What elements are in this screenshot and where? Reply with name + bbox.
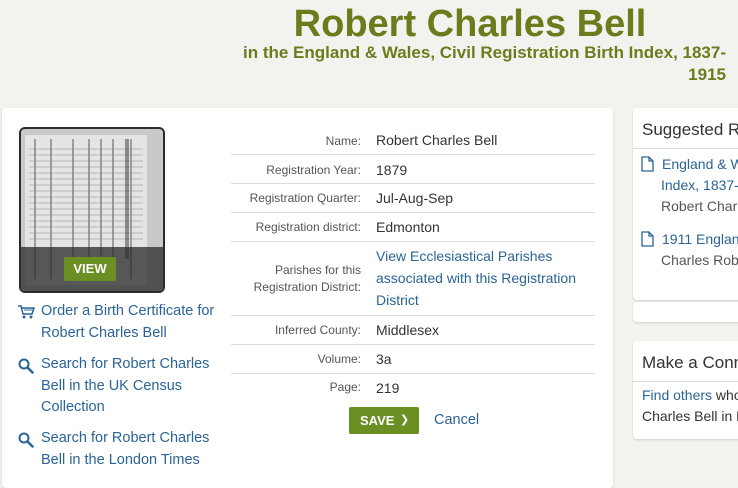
suggested-record-title[interactable]: England & W — [662, 154, 738, 175]
detail-value: 219 — [376, 380, 400, 396]
detail-label: Inferred County: — [274, 323, 361, 337]
empty-card — [633, 302, 738, 322]
detail-label: Registration district: — [255, 220, 361, 234]
suggested-record-person: Robert Charl — [661, 198, 738, 214]
suggested-record-person: Charles Robe — [661, 252, 738, 268]
detail-label: Name: — [325, 134, 361, 148]
detail-label-line1: Parishes for this — [274, 263, 361, 277]
cart-icon — [18, 305, 35, 319]
save-button[interactable]: SAVE ❯ — [349, 407, 419, 434]
view-parishes-link[interactable]: View Ecclesiastical Parishes associated … — [376, 245, 591, 311]
search-census-label[interactable]: Search for Robert Charles Bell in the UK… — [41, 354, 221, 419]
detail-row-volume: Volume: 3a — [231, 345, 595, 374]
find-others-link[interactable]: Find others — [642, 387, 712, 403]
search-icon — [18, 432, 34, 448]
suggested-records-card: Suggested R England & W Index, 1837- Rob… — [633, 108, 738, 300]
detail-value: Robert Charles Bell — [376, 132, 498, 148]
chevron-down-icon: ❯ — [400, 414, 410, 426]
detail-value: Edmonton — [376, 219, 440, 235]
search-icon — [18, 358, 34, 374]
suggested-record-item[interactable]: England & W Index, 1837- Robert Charl — [641, 154, 738, 218]
detail-value: 1879 — [376, 162, 408, 178]
page-subtitle: in the England & Wales, Civil Registrati… — [242, 43, 726, 84]
make-connection-card: Make a Conn Find others who Charles Bell… — [633, 341, 738, 439]
record-image-thumbnail[interactable]: VIEW — [19, 127, 165, 293]
connect-text-line2: Charles Bell in F — [642, 408, 738, 424]
search-times-link[interactable]: Search for Robert Charles Bell in the Lo… — [18, 428, 218, 472]
detail-label: Page: — [329, 380, 361, 394]
detail-row-year: Registration Year: 1879 — [231, 155, 595, 184]
detail-label: Registration Year: — [266, 163, 361, 177]
divider — [633, 381, 738, 382]
cancel-link[interactable]: Cancel — [434, 410, 479, 430]
detail-label: Volume: — [317, 352, 361, 366]
detail-row-name: Name: Robert Charles Bell — [231, 126, 595, 155]
order-certificate-label[interactable]: Order a Birth Certificate for Robert Cha… — [41, 301, 221, 344]
suggested-record-item[interactable]: 1911 Englan Charles Robe — [641, 229, 738, 273]
suggested-record-title[interactable]: 1911 Englan — [662, 229, 738, 250]
suggested-record-title-cont[interactable]: Index, 1837- — [661, 175, 738, 196]
view-image-button[interactable]: VIEW — [64, 257, 116, 281]
connect-title: Make a Conn — [642, 353, 738, 372]
connect-text: Find others who Charles Bell in F — [642, 385, 738, 427]
suggested-title: Suggested R — [642, 120, 738, 139]
record-details: Name: Robert Charles Bell Registration Y… — [231, 126, 595, 402]
detail-label: Registration Quarter: — [249, 191, 361, 205]
document-icon — [641, 156, 654, 172]
divider — [633, 148, 738, 149]
search-census-link[interactable]: Search for Robert Charles Bell in the UK… — [18, 354, 218, 420]
document-icon — [641, 231, 654, 247]
save-label: SAVE — [360, 413, 395, 428]
detail-row-parishes: Parishes for this Registration District:… — [231, 242, 595, 316]
detail-value: Jul-Aug-Sep — [376, 190, 454, 206]
detail-row-quarter: Registration Quarter: Jul-Aug-Sep — [231, 184, 595, 213]
detail-row-page: Page: 219 — [231, 374, 595, 402]
detail-row-county: Inferred County: Middlesex — [231, 316, 595, 345]
order-certificate-link[interactable]: Order a Birth Certificate for Robert Cha… — [18, 301, 218, 345]
detail-label: Parishes for this Registration District: — [231, 262, 361, 296]
page-title: Robert Charles Bell — [293, 3, 647, 45]
connect-text-rest: who — [715, 387, 738, 403]
detail-value: 3a — [376, 351, 392, 367]
detail-value: Middlesex — [376, 322, 440, 338]
search-times-label[interactable]: Search for Robert Charles Bell in the Lo… — [41, 428, 221, 471]
detail-row-district: Registration district: Edmonton — [231, 213, 595, 242]
detail-label-line2: Registration District: — [253, 280, 361, 294]
